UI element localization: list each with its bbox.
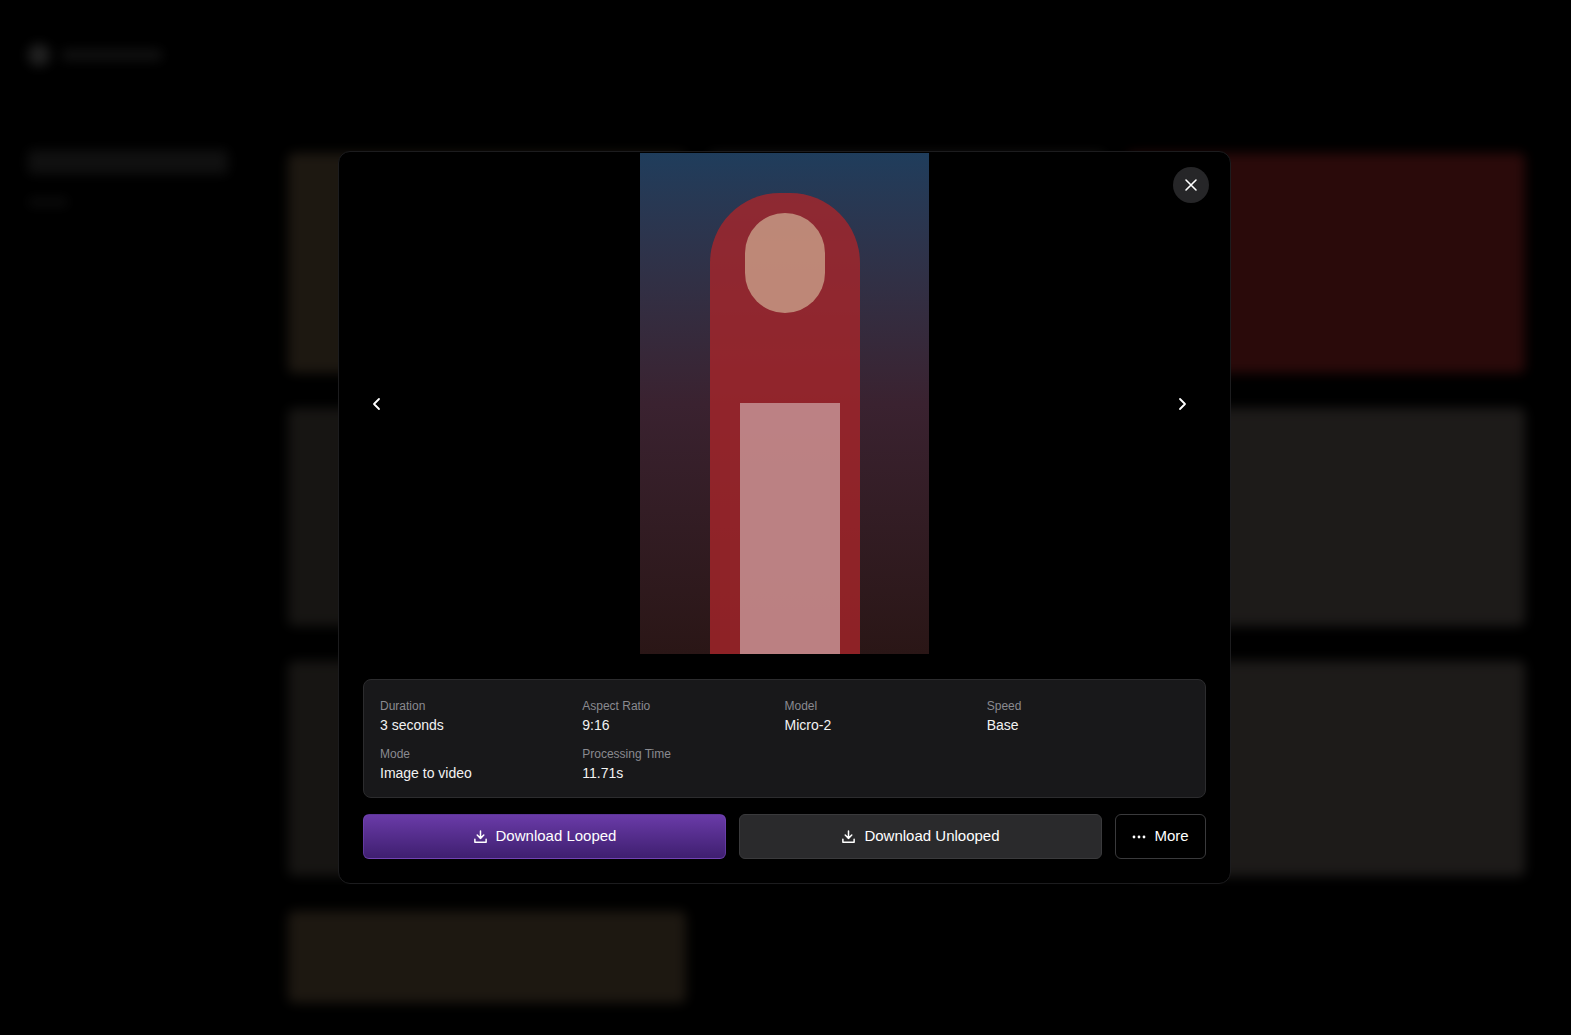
- button-label: Download Looped: [496, 825, 617, 848]
- previous-button[interactable]: [365, 392, 389, 416]
- detail-value: Image to video: [380, 763, 582, 783]
- detail-value: Micro-2: [785, 715, 987, 735]
- button-label: Download Unlooped: [864, 825, 999, 848]
- detail-value: Base: [987, 715, 1189, 735]
- detail-item: SpeedBase: [987, 697, 1189, 735]
- detail-label: Duration: [380, 697, 582, 715]
- video-area: [363, 152, 1206, 654]
- next-button[interactable]: [1170, 392, 1194, 416]
- detail-value: 9:16: [582, 715, 784, 735]
- detail-item: Aspect Ratio9:16: [582, 697, 784, 735]
- detail-label: Model: [785, 697, 987, 715]
- detail-label: Mode: [380, 745, 582, 763]
- chevron-left-icon: [369, 396, 385, 412]
- download-looped-button[interactable]: Download Looped: [363, 814, 726, 859]
- detail-value: 11.71s: [582, 763, 784, 783]
- sidebar: [0, 0, 260, 1035]
- action-bar: Download Looped Download Unlooped More: [363, 814, 1206, 859]
- detail-item: ModeImage to video: [380, 745, 582, 783]
- detail-item: Processing Time11.71s: [582, 745, 784, 783]
- more-button[interactable]: More: [1115, 814, 1206, 859]
- chevron-right-icon: [1174, 396, 1190, 412]
- detail-value: 3 seconds: [380, 715, 582, 735]
- download-icon: [473, 829, 488, 844]
- details-panel: Duration3 secondsAspect Ratio9:16ModelMi…: [363, 679, 1206, 798]
- detail-item: ModelMicro-2: [785, 697, 987, 735]
- more-dots-icon: [1132, 830, 1146, 844]
- download-icon: [841, 829, 856, 844]
- close-button[interactable]: [1173, 167, 1209, 203]
- video-player[interactable]: [640, 153, 929, 654]
- video-modal: Duration3 secondsAspect Ratio9:16ModelMi…: [338, 151, 1231, 884]
- detail-item: Duration3 seconds: [380, 697, 582, 735]
- detail-label: Aspect Ratio: [582, 697, 784, 715]
- detail-label: Speed: [987, 697, 1189, 715]
- close-icon: [1184, 178, 1198, 192]
- button-label: More: [1154, 825, 1188, 848]
- download-unlooped-button[interactable]: Download Unlooped: [739, 814, 1102, 859]
- detail-label: Processing Time: [582, 745, 784, 763]
